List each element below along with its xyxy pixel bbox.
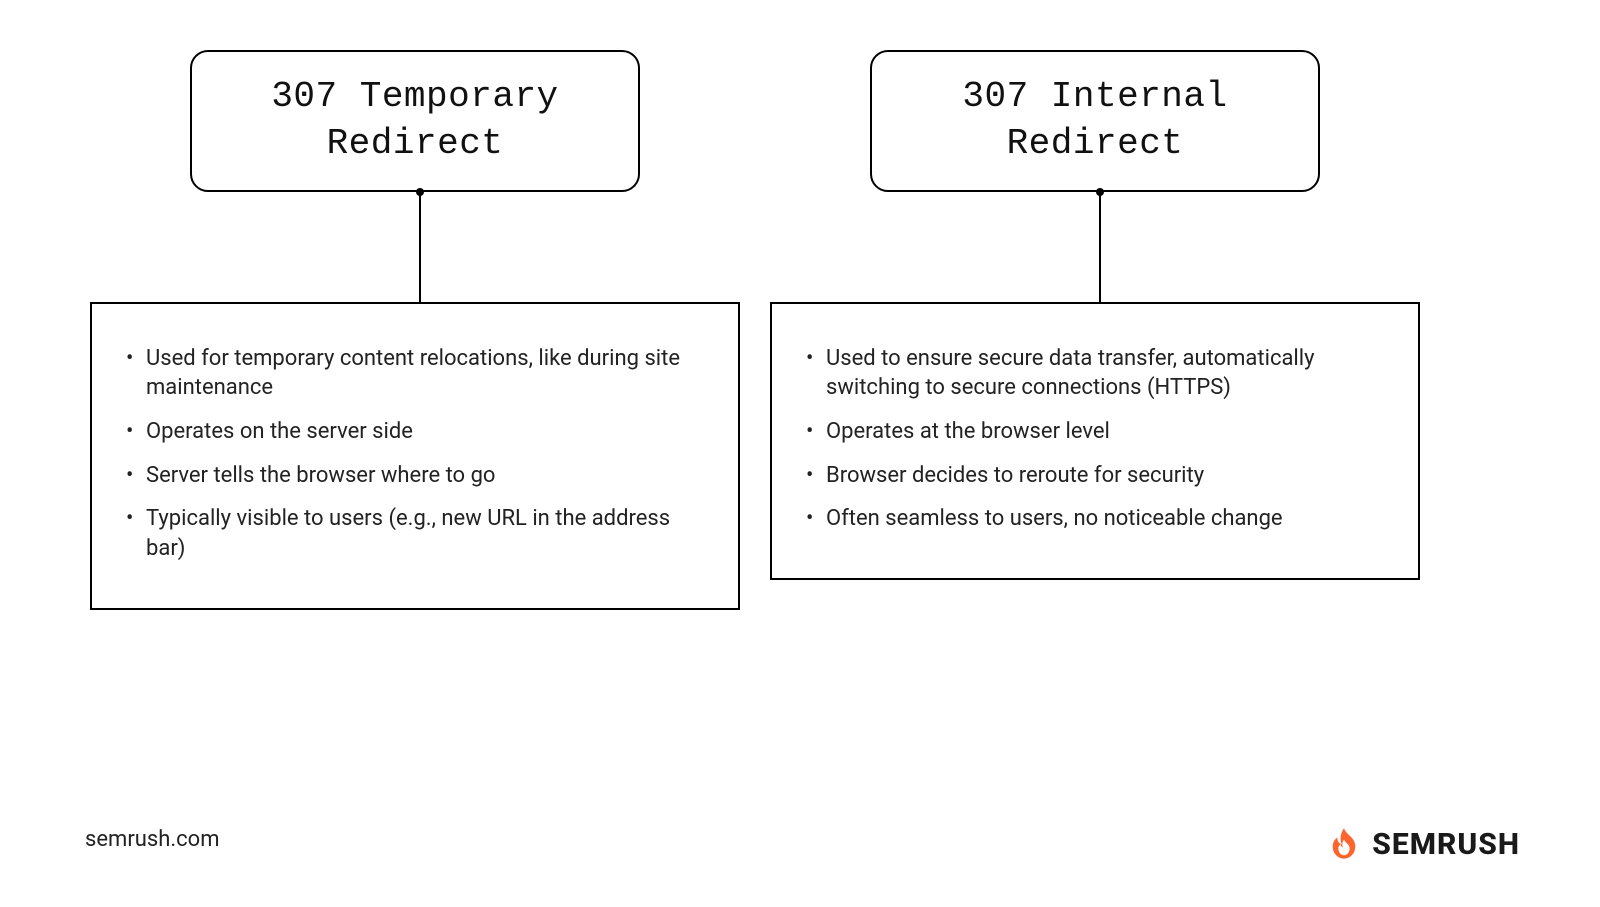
footer-domain: semrush.com — [85, 827, 220, 852]
bullet-list: Used to ensure secure data transfer, aut… — [806, 344, 1384, 534]
bullet-item: Used to ensure secure data transfer, aut… — [806, 344, 1384, 403]
body-wrap: Used for temporary content relocations, … — [100, 302, 740, 610]
bullet-item: Operates on the server side — [126, 417, 704, 447]
header-title: 307 Temporary Redirect — [222, 74, 608, 168]
header-wrap: 307 Internal Redirect — [880, 50, 1320, 192]
header-box: 307 Temporary Redirect — [190, 50, 640, 192]
header-wrap: 307 Temporary Redirect — [200, 50, 640, 192]
bullet-item: Used for temporary content relocations, … — [126, 344, 704, 403]
connector-line — [419, 192, 421, 312]
bullet-item: Browser decides to reroute for security — [806, 461, 1384, 491]
brand-name: SEMRUSH — [1372, 827, 1520, 862]
bullet-item: Often seamless to users, no noticeable c… — [806, 504, 1384, 534]
header-title: 307 Internal Redirect — [902, 74, 1288, 168]
column-internal-redirect: 307 Internal Redirect Used to ensure sec… — [820, 60, 1380, 580]
brand-logo: SEMRUSH — [1326, 826, 1520, 862]
connector-line — [1099, 192, 1101, 312]
body-box: Used for temporary content relocations, … — [90, 302, 740, 610]
header-box: 307 Internal Redirect — [870, 50, 1320, 192]
flame-icon — [1326, 826, 1362, 862]
bullet-item: Typically visible to users (e.g., new UR… — [126, 504, 704, 563]
bullet-item: Server tells the browser where to go — [126, 461, 704, 491]
bullet-item: Operates at the browser level — [806, 417, 1384, 447]
body-wrap: Used to ensure secure data transfer, aut… — [780, 302, 1420, 580]
column-temporary-redirect: 307 Temporary Redirect Used for temporar… — [140, 60, 700, 610]
body-box: Used to ensure secure data transfer, aut… — [770, 302, 1420, 580]
bullet-list: Used for temporary content relocations, … — [126, 344, 704, 564]
diagram-canvas: 307 Temporary Redirect Used for temporar… — [0, 0, 1600, 907]
